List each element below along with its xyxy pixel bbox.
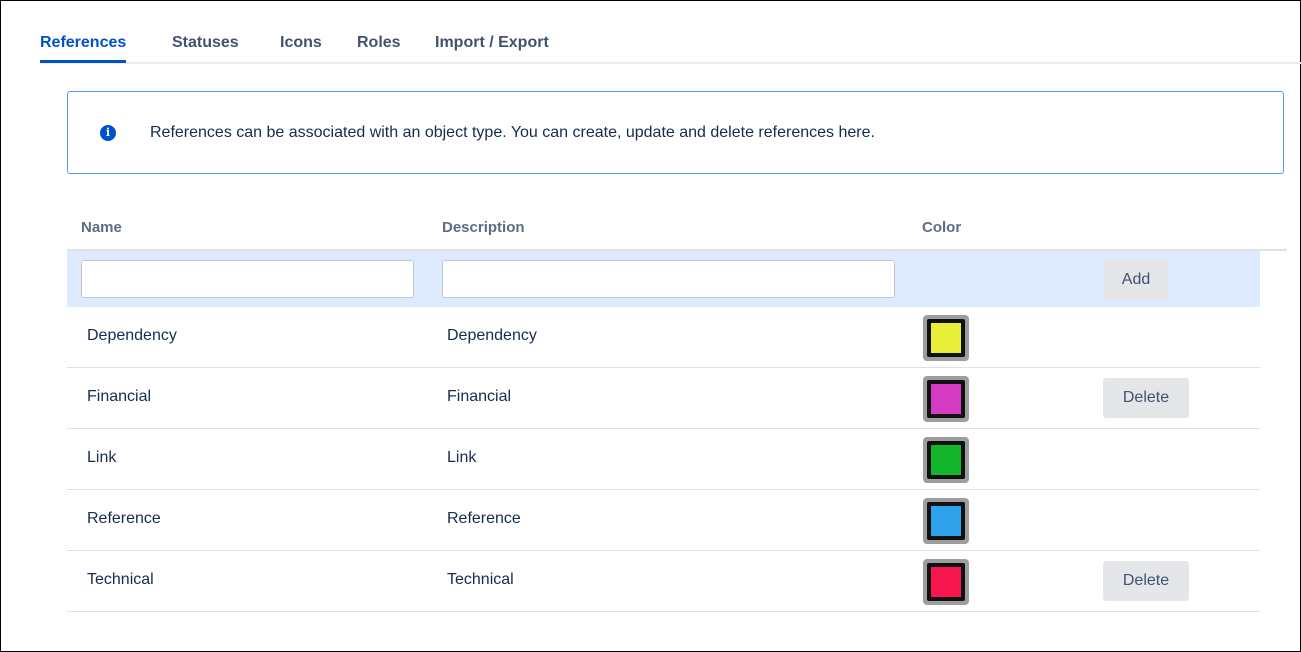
table-row: Dependency Dependency — [67, 307, 1260, 368]
table-row: Link Link — [67, 429, 1260, 490]
info-icon: i — [100, 125, 116, 141]
table-row: Financial Financial Delete — [67, 368, 1260, 429]
row-description: Dependency — [447, 327, 537, 344]
tab-bar: References Statuses Icons Roles Import /… — [40, 0, 1301, 64]
color-swatch[interactable] — [923, 437, 969, 483]
row-description: Reference — [447, 510, 521, 527]
add-button[interactable]: Add — [1103, 259, 1169, 300]
color-swatch-fill — [927, 319, 965, 357]
table-row: Technical Technical Delete — [67, 551, 1260, 612]
row-description: Financial — [447, 388, 512, 405]
color-swatch[interactable] — [923, 559, 969, 605]
tab-icons[interactable]: Icons — [280, 34, 322, 52]
row-name: Financial — [87, 388, 152, 405]
column-header-color: Color — [922, 219, 962, 236]
row-name: Link — [87, 449, 117, 466]
tab-statuses[interactable]: Statuses — [172, 34, 239, 52]
column-header-name: Name — [81, 219, 122, 236]
color-swatch-fill — [927, 502, 965, 540]
color-swatch[interactable] — [923, 315, 969, 361]
delete-button[interactable]: Delete — [1103, 378, 1189, 418]
info-message-text: References can be associated with an obj… — [150, 124, 875, 141]
delete-button[interactable]: Delete — [1103, 561, 1189, 601]
new-description-input[interactable] — [442, 260, 895, 298]
color-swatch[interactable] — [923, 498, 969, 544]
row-name: Reference — [87, 510, 161, 527]
row-name: Technical — [87, 571, 154, 588]
column-header-description: Description — [442, 219, 525, 236]
color-swatch-fill — [927, 441, 965, 479]
row-description: Link — [447, 449, 477, 466]
tab-import-export[interactable]: Import / Export — [435, 34, 549, 52]
color-swatch-fill — [927, 380, 965, 418]
new-name-input[interactable] — [81, 260, 414, 298]
info-message: i References can be associated with an o… — [67, 91, 1284, 174]
row-description: Technical — [447, 571, 514, 588]
color-swatch-fill — [927, 563, 965, 601]
row-name: Dependency — [87, 327, 177, 344]
tab-roles[interactable]: Roles — [357, 34, 401, 52]
new-reference-row: Add — [67, 251, 1260, 307]
table-row: Reference Reference — [67, 490, 1260, 551]
color-swatch[interactable] — [923, 376, 969, 422]
tab-references[interactable]: References — [40, 34, 127, 63]
